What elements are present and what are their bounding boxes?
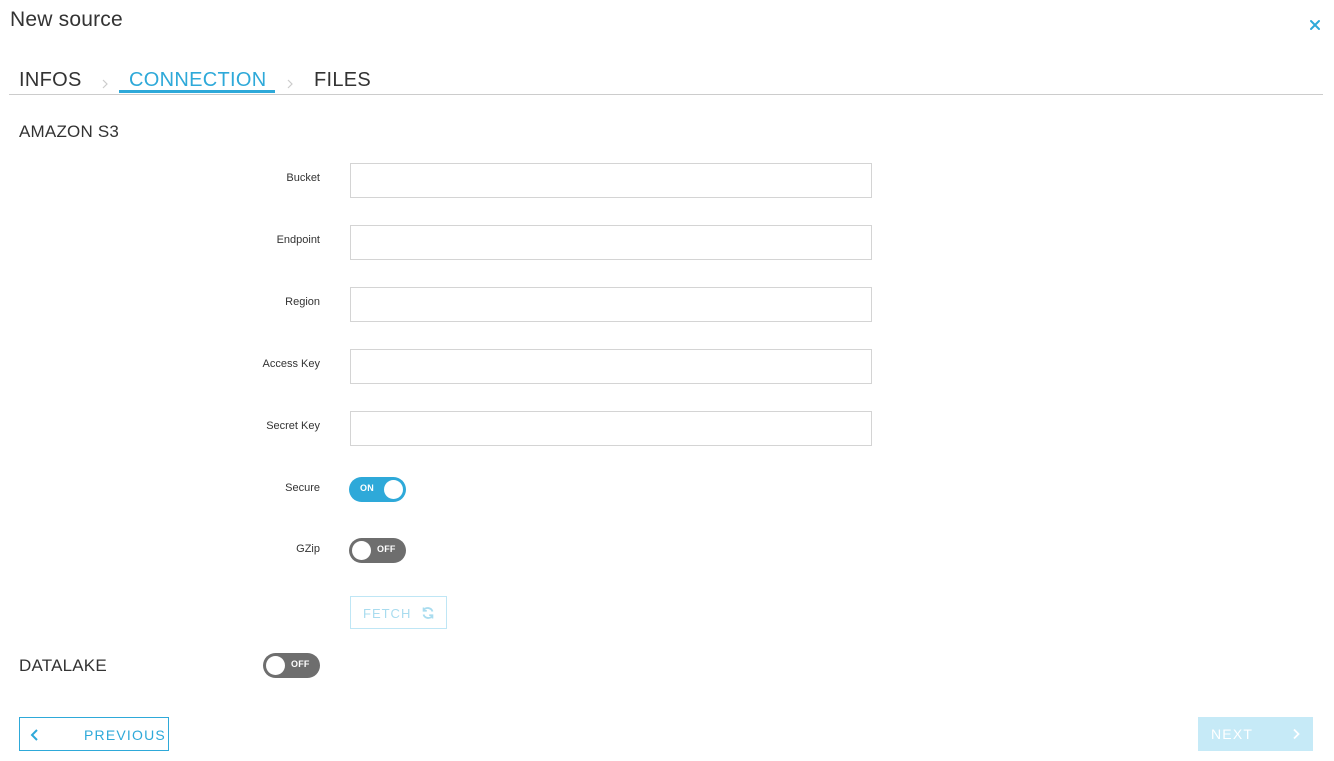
dialog-title: New source	[10, 8, 123, 31]
chevron-left-icon	[30, 729, 38, 741]
tab-files[interactable]: FILES	[314, 69, 371, 95]
toggle-knob	[384, 480, 403, 499]
toggle-knob	[266, 656, 285, 675]
endpoint-input[interactable]	[350, 225, 872, 260]
refresh-icon	[422, 607, 434, 619]
secret-key-input[interactable]	[350, 411, 872, 446]
fetch-button-label: FETCH	[363, 606, 412, 621]
secret-key-label: Secret Key	[266, 420, 320, 432]
gzip-label: GZip	[296, 543, 320, 555]
next-button[interactable]: NEXT	[1198, 717, 1313, 751]
amazon-s3-section-title: AMAZON S3	[19, 122, 120, 141]
previous-button-label: PREVIOUS	[84, 727, 166, 743]
region-input[interactable]	[350, 287, 872, 322]
new-source-dialog: New source INFOS CONNECTION FILES AMAZON…	[0, 0, 1334, 761]
datalake-section-title: DATALAKE	[19, 656, 107, 675]
chevron-right-icon	[287, 79, 293, 89]
region-label: Region	[285, 296, 320, 308]
toggle-state-label: ON	[360, 483, 374, 493]
toggle-state-label: OFF	[291, 659, 310, 669]
previous-button[interactable]: PREVIOUS	[19, 717, 169, 751]
toggle-knob	[352, 541, 371, 560]
access-key-label: Access Key	[262, 358, 320, 370]
active-tab-indicator	[119, 90, 275, 93]
secure-toggle[interactable]: ON	[349, 477, 406, 502]
close-icon[interactable]	[1308, 18, 1322, 32]
access-key-input[interactable]	[350, 349, 872, 384]
bucket-input[interactable]	[350, 163, 872, 198]
wizard-steps: INFOS CONNECTION FILES	[9, 62, 1323, 95]
gzip-toggle[interactable]: OFF	[349, 538, 406, 563]
secure-label: Secure	[285, 482, 320, 494]
toggle-state-label: OFF	[377, 544, 396, 554]
datalake-toggle[interactable]: OFF	[263, 653, 320, 678]
chevron-right-icon	[1293, 728, 1300, 740]
bucket-label: Bucket	[286, 172, 320, 184]
fetch-button[interactable]: FETCH	[350, 596, 447, 629]
tab-infos[interactable]: INFOS	[19, 69, 82, 95]
next-button-label: NEXT	[1211, 726, 1254, 742]
chevron-right-icon	[102, 79, 108, 89]
endpoint-label: Endpoint	[276, 234, 320, 246]
